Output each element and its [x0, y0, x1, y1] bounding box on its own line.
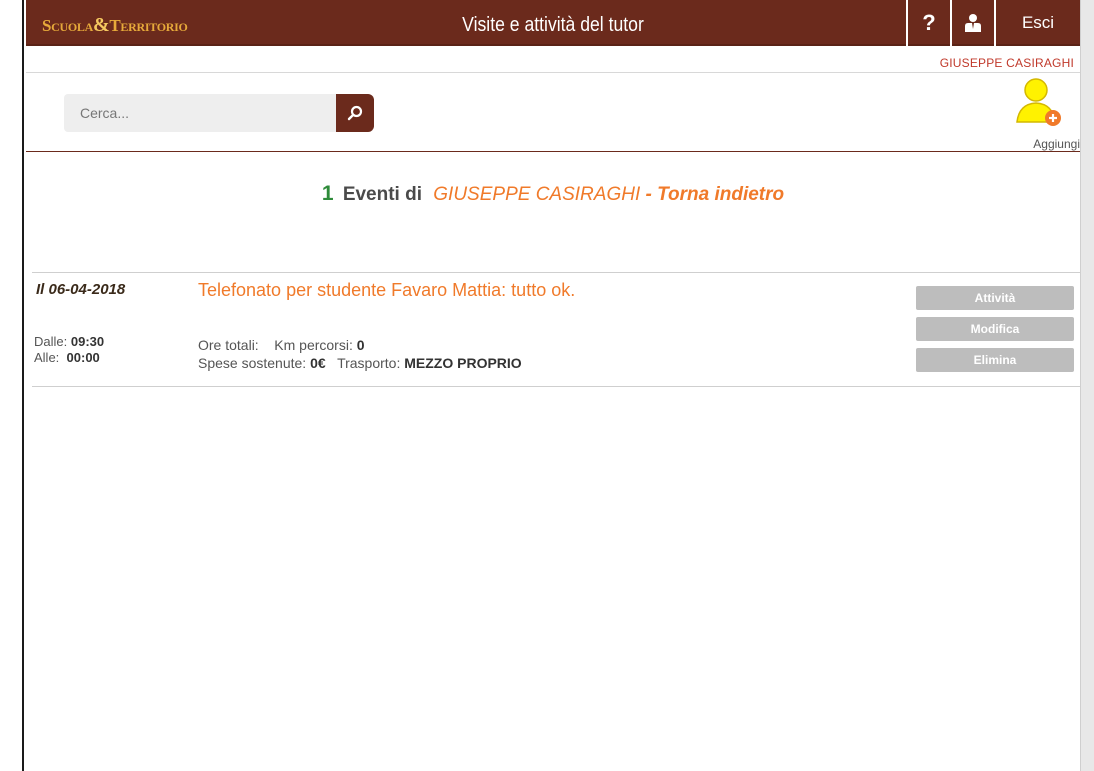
current-user-name: GIUSEPPE CASIRAGHI: [939, 56, 1074, 70]
add-label[interactable]: Aggiungi: [1033, 137, 1080, 151]
transport-label: Trasporto:: [337, 355, 401, 371]
logo-part1: Scuola: [42, 16, 93, 35]
to-value: 00:00: [66, 350, 100, 365]
search-icon: [347, 105, 363, 121]
back-link[interactable]: - Torna indietro: [646, 184, 785, 205]
search-button[interactable]: [336, 94, 374, 132]
add-user-icon: [1016, 78, 1061, 126]
events-owner: GIUSEPPE CASIRAGHI: [433, 184, 641, 205]
km-label: Km percorsi:: [274, 337, 353, 353]
to-label: Alle:: [34, 350, 60, 365]
app-container: Scuola&Territorio Visite e attività del …: [26, 0, 1080, 771]
event-date: Il 06-04-2018: [36, 281, 126, 298]
divider: [26, 151, 1080, 152]
from-value: 09:30: [70, 334, 105, 349]
events-count: 1: [321, 182, 334, 205]
divider: [32, 386, 1080, 387]
delete-button[interactable]: Elimina: [916, 348, 1074, 372]
browser-frame: Scuola&Territorio Visite e attività del …: [0, 0, 1094, 771]
from-label: Dalle:: [34, 334, 68, 349]
expenses-value: 0€: [310, 355, 326, 371]
help-button[interactable]: ?: [906, 0, 950, 46]
km-value: 0: [356, 337, 365, 353]
user-button[interactable]: [950, 0, 994, 46]
search-input[interactable]: [64, 94, 336, 132]
event-actions: Attività Modifica Elimina: [916, 286, 1074, 379]
event-times: Dalle: 09:30 Alle: 00:00: [34, 334, 104, 366]
expenses-label: Spese sostenute:: [198, 355, 307, 371]
event-info: Ore totali: Km percorsi: 0 Spese sostenu…: [198, 336, 522, 372]
divider: [26, 72, 1080, 73]
scrollbar-track[interactable]: [1080, 0, 1094, 771]
event-description: Telefonato per studente Favaro Mattia: t…: [198, 280, 576, 300]
page-title: Visite e attività del tutor: [462, 14, 644, 36]
hours-label: Ore totali:: [198, 337, 259, 353]
exit-button[interactable]: Esci: [994, 0, 1080, 46]
events-heading: 1 Eventi di GIUSEPPE CASIRAGHI - Torna i…: [26, 182, 1080, 206]
help-icon: ?: [922, 10, 936, 35]
events-label: Eventi di: [342, 184, 422, 205]
activity-button[interactable]: Attività: [916, 286, 1074, 310]
transport-value: MEZZO PROPRIO: [404, 355, 522, 371]
divider: [32, 272, 1080, 273]
top-actions: ? Esci: [906, 0, 1080, 50]
left-border: [0, 0, 24, 771]
edit-button[interactable]: Modifica: [916, 317, 1074, 341]
user-icon: [965, 14, 981, 32]
top-bar: Scuola&Territorio Visite e attività del …: [26, 0, 1080, 50]
